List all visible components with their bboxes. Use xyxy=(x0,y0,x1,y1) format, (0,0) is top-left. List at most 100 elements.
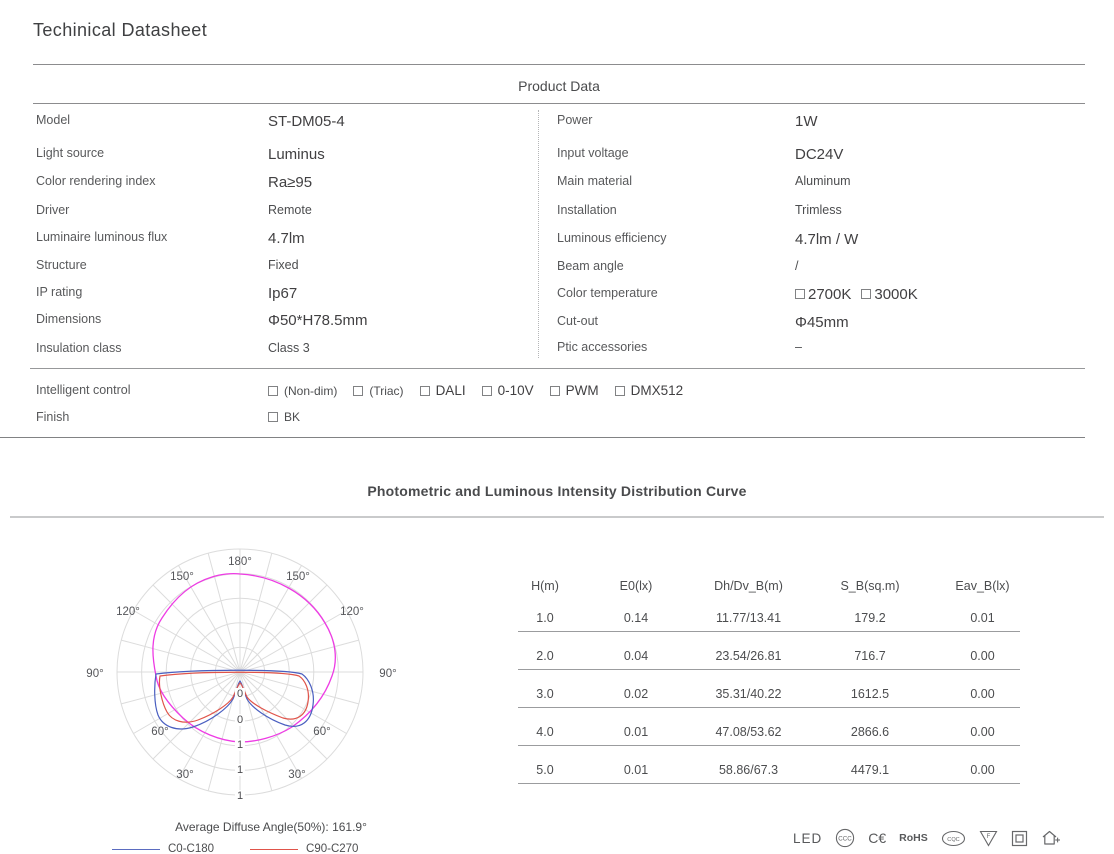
checkbox-icon[interactable] xyxy=(550,386,560,396)
table-row: 4.0 0.01 47.08/53.62 2866.6 0.00 xyxy=(505,722,1035,742)
row-label: Luminous efficiency xyxy=(557,231,667,245)
angle-label: 60° xyxy=(151,726,168,738)
class2-insulation-icon xyxy=(1011,830,1028,847)
cell: 179.2 xyxy=(810,611,930,625)
datasheet-page: Techinical Datasheet Product Data Model … xyxy=(0,0,1114,854)
table-row: 5.0 0.01 58.86/67.3 4479.1 0.00 xyxy=(505,760,1035,780)
row-label: Finish xyxy=(36,410,69,424)
option-label: 3000K xyxy=(874,286,917,303)
row-label: Intelligent control xyxy=(36,383,131,397)
row-label: Installation xyxy=(557,203,617,217)
legend-label: C90-C270 xyxy=(306,843,358,854)
row-label: Cut-out xyxy=(557,314,598,328)
divider xyxy=(30,368,1085,369)
legend-label: C0-C180 xyxy=(168,843,214,854)
angle-label: 120° xyxy=(340,606,364,618)
checkbox-icon[interactable] xyxy=(420,386,430,396)
cqc-icon: CQC xyxy=(941,830,966,847)
table-row: Input voltage DC24V xyxy=(0,146,1114,168)
angle-label: 120° xyxy=(116,606,140,618)
cell: 0.00 xyxy=(930,687,1035,701)
cell: 0.02 xyxy=(585,687,687,701)
control-option: PWM xyxy=(550,383,599,398)
cell: 0.00 xyxy=(930,649,1035,663)
cell: 716.7 xyxy=(810,649,930,663)
option-label: (Non-dim) xyxy=(284,384,337,398)
cell: 0.01 xyxy=(585,725,687,739)
column-header: S_B(sq.m) xyxy=(810,579,930,593)
indoor-use-icon xyxy=(1041,829,1061,847)
column-header: H(m) xyxy=(505,579,585,593)
row-label: Power xyxy=(557,113,592,127)
checkbox-icon[interactable] xyxy=(353,386,363,396)
chart-legend: C0-C180 C90-C270 xyxy=(112,843,358,854)
divider xyxy=(33,103,1085,104)
option-label: (Triac) xyxy=(369,384,403,398)
row-value: 4.7lm / W xyxy=(795,231,858,248)
cell: 3.0 xyxy=(505,687,585,701)
column-header: Eav_B(lx) xyxy=(930,579,1035,593)
table-row: Beam angle / xyxy=(0,259,1114,281)
row-value: Aluminum xyxy=(795,174,851,188)
intelligent-control-row: Intelligent control (Non-dim) (Triac) DA… xyxy=(0,383,1114,405)
cell: 2866.6 xyxy=(810,725,930,739)
checkbox-icon[interactable] xyxy=(795,289,805,299)
cell: 0.14 xyxy=(585,611,687,625)
option-label: DALI xyxy=(436,383,466,398)
control-option: DALI xyxy=(420,383,466,398)
table-row: 2.0 0.04 23.54/26.81 716.7 0.00 xyxy=(505,646,1035,666)
cell: 4479.1 xyxy=(810,763,930,777)
divider xyxy=(10,516,1104,518)
table-row: 3.0 0.02 35.31/40.22 1612.5 0.00 xyxy=(505,684,1035,704)
divider xyxy=(0,437,1085,438)
row-label: Input voltage xyxy=(557,146,629,160)
cell: 0.00 xyxy=(930,725,1035,739)
option-label: 0-10V xyxy=(498,383,534,398)
cell: 5.0 xyxy=(505,763,585,777)
f-mark-icon: F xyxy=(979,830,998,847)
radial-tick-label: 1 xyxy=(235,764,245,776)
legend-item: C0-C180 xyxy=(112,843,214,854)
control-option: (Triac) xyxy=(353,384,403,398)
svg-text:CCC: CCC xyxy=(839,836,853,843)
svg-text:CQC: CQC xyxy=(947,836,959,842)
checkbox-icon[interactable] xyxy=(268,386,278,396)
table-row: 1.0 0.14 11.77/13.41 179.2 0.01 xyxy=(505,608,1035,628)
angle-label: 90° xyxy=(379,668,396,680)
row-divider xyxy=(518,783,1020,784)
cell: 4.0 xyxy=(505,725,585,739)
radial-tick-label: 0 xyxy=(235,714,245,726)
legend-line-icon xyxy=(250,849,298,850)
row-label: Color temperature xyxy=(557,286,658,300)
row-value: / xyxy=(795,259,798,273)
checkbox-icon[interactable] xyxy=(482,386,492,396)
table-row: Cut-out Φ45mm xyxy=(0,314,1114,336)
cell: 0.04 xyxy=(585,649,687,663)
legend-item: C90-C270 xyxy=(250,843,358,854)
option-label: BK xyxy=(284,410,300,424)
angle-label: 60° xyxy=(313,726,330,738)
angle-label: 150° xyxy=(170,571,194,583)
option-label: PWM xyxy=(566,383,599,398)
cell: 58.86/67.3 xyxy=(687,763,810,777)
divider xyxy=(33,64,1085,65)
cell: 0.01 xyxy=(585,763,687,777)
column-header: E0(lx) xyxy=(585,579,687,593)
certification-marks: LED CCC C€ RoHS CQC F xyxy=(793,828,1061,848)
row-divider xyxy=(518,707,1020,708)
checkbox-icon[interactable] xyxy=(268,412,278,422)
average-diffuse-angle-caption: Average Diffuse Angle(50%): 161.9° xyxy=(151,820,391,834)
cell: 0.00 xyxy=(930,763,1035,777)
row-divider xyxy=(518,745,1020,746)
control-option: DMX512 xyxy=(615,383,684,398)
cell: 1612.5 xyxy=(810,687,930,701)
checkbox-icon[interactable] xyxy=(861,289,871,299)
cell: 2.0 xyxy=(505,649,585,663)
radial-tick-label: 1 xyxy=(235,790,245,802)
finish-row: Finish BK xyxy=(0,410,1114,432)
row-divider xyxy=(518,631,1020,632)
control-option: 0-10V xyxy=(482,383,534,398)
checkbox-icon[interactable] xyxy=(615,386,625,396)
color-temp-option: 3000K xyxy=(861,286,917,303)
photometric-table: H(m) E0(lx) Dh/Dv_B(m) S_B(sq.m) Eav_B(l… xyxy=(505,570,1035,800)
